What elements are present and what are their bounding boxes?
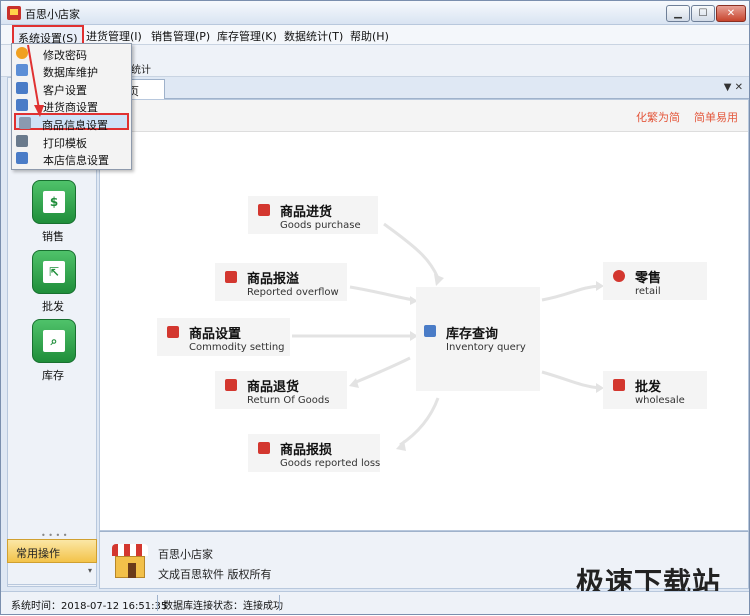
- wholesale-nav-button[interactable]: ⇱: [32, 250, 76, 294]
- app-window: 百思小店家 ▁ ☐ ✕ 系统设置(S) 进货管理(I) 销售管理(P) 库存管理…: [0, 0, 750, 615]
- node-inventory-query[interactable]: 库存查询 Inventory query: [416, 287, 540, 391]
- node-retail-subtitle: retail: [635, 286, 661, 297]
- menu-statistics[interactable]: 数据统计(T): [284, 28, 343, 44]
- sidebar-item-inventory[interactable]: 库存: [8, 367, 98, 383]
- node-goods-reported-loss[interactable]: 商品报损 Goods reported loss: [248, 434, 380, 472]
- key-icon: [16, 47, 28, 59]
- toolbar-statistics-button[interactable]: 统计: [131, 61, 151, 76]
- node-reported-overflow[interactable]: 商品报溢 Reported overflow: [215, 263, 347, 301]
- node-commodity-setting-title: 商品设置: [189, 327, 242, 342]
- retail-icon: [613, 270, 625, 282]
- inventory-nav-button[interactable]: ⌕: [32, 319, 76, 363]
- node-retail[interactable]: 零售 retail: [603, 262, 707, 300]
- arrow-purchase-to-inventory: [383, 222, 440, 279]
- menu-sales[interactable]: 销售管理(P): [151, 28, 210, 44]
- common-ops-panel: ▾: [7, 563, 97, 585]
- cash-register-icon: $: [43, 191, 65, 213]
- print-icon: [16, 135, 28, 147]
- arrow-overflow-to-inventory: [349, 285, 415, 302]
- node-reported-overflow-subtitle: Reported overflow: [247, 287, 339, 298]
- status-db-connection: 数据库连接状态：连接成功: [163, 601, 283, 612]
- maximize-button[interactable]: ☐: [691, 5, 715, 22]
- menu-item-customer-settings[interactable]: 客户设置: [13, 80, 130, 97]
- tab-strip: 页 ▼ ✕: [99, 77, 749, 99]
- sidebar-item-sales[interactable]: 销售: [8, 228, 98, 244]
- sidebar-item-wholesale[interactable]: 批发: [8, 298, 98, 314]
- system-settings-dropdown: 修改密码 数据库维护 客户设置 进货商设置 商品信息设置 打印模板 本店信息设置: [11, 43, 132, 170]
- database-icon: [16, 64, 28, 76]
- loss-cart-icon: [258, 442, 270, 454]
- node-commodity-setting[interactable]: 商品设置 Commodity setting: [157, 318, 290, 356]
- node-wholesale[interactable]: 批发 wholesale: [603, 371, 707, 409]
- node-goods-reported-loss-title: 商品报损: [280, 443, 333, 458]
- menu-item-product-info-settings[interactable]: 商品信息设置: [14, 113, 129, 132]
- menu-item-database-maintenance[interactable]: 数据库维护: [13, 62, 130, 79]
- supplier-icon: [16, 99, 28, 111]
- store-icon: [16, 152, 28, 164]
- node-inventory-query-title: 库存查询: [446, 327, 499, 342]
- window-title: 百思小店家: [25, 8, 80, 21]
- footer-app-name: 百思小店家: [158, 548, 213, 561]
- node-wholesale-title: 批发: [635, 380, 662, 395]
- node-reported-overflow-title: 商品报溢: [247, 272, 300, 287]
- node-retail-title: 零售: [635, 271, 662, 286]
- title-bar: 百思小店家 ▁ ☐ ✕: [1, 1, 749, 25]
- overflow-icon: [225, 271, 237, 283]
- wholesale-node-icon: [613, 379, 625, 391]
- sales-nav-button[interactable]: $: [32, 180, 76, 224]
- node-goods-purchase-title: 商品进货: [280, 205, 333, 220]
- node-goods-purchase-subtitle: Goods purchase: [280, 220, 361, 231]
- node-inventory-query-subtitle: Inventory query: [446, 342, 526, 353]
- chevron-down-icon[interactable]: ▾: [88, 566, 92, 575]
- app-logo-icon: [7, 6, 21, 20]
- return-cart-icon: [225, 379, 237, 391]
- wholesale-icon: ⇱: [43, 261, 65, 283]
- node-goods-reported-loss-subtitle: Goods reported loss: [280, 458, 381, 469]
- arrow-inventory-to-return: [353, 356, 411, 385]
- arrow-inventory-to-wholesale: [541, 370, 601, 390]
- close-button[interactable]: ✕: [716, 5, 746, 22]
- node-wholesale-subtitle: wholesale: [635, 395, 685, 406]
- purchase-icon: [258, 204, 270, 216]
- node-goods-purchase[interactable]: 商品进货 Goods purchase: [248, 196, 378, 234]
- commodity-icon: [167, 326, 179, 338]
- node-return-of-goods-title: 商品退货: [247, 380, 300, 395]
- menu-help[interactable]: 帮助(H): [350, 28, 389, 44]
- inventory-search-icon: [424, 325, 436, 337]
- product-icon: [19, 117, 31, 129]
- magnifier-icon: ⌕: [43, 330, 65, 352]
- footer-copyright: 文成百思软件 版权所有: [158, 568, 272, 581]
- menu-purchase[interactable]: 进货管理(I): [86, 28, 142, 44]
- shop-icon: [112, 544, 148, 578]
- menu-item-store-info-settings[interactable]: 本店信息设置: [13, 150, 130, 167]
- tab-menu-icon[interactable]: ▼ ✕: [724, 82, 743, 93]
- menu-system-settings[interactable]: 系统设置(S): [12, 25, 84, 45]
- common-ops-header[interactable]: 常用操作: [7, 539, 97, 563]
- arrow-inventory-to-loss: [399, 397, 440, 447]
- status-bar: 系统时间：2018-07-12 16:51:35 数据库连接状态：连接成功: [1, 591, 749, 614]
- menu-bar: 系统设置(S) 进货管理(I) 销售管理(P) 库存管理(K) 数据统计(T) …: [1, 25, 749, 45]
- arrow-inventory-to-retail: [541, 284, 601, 302]
- menu-item-print-template[interactable]: 打印模板: [13, 133, 130, 150]
- menu-item-change-password[interactable]: 修改密码: [13, 45, 130, 62]
- node-commodity-setting-subtitle: Commodity setting: [189, 342, 285, 353]
- menu-item-supplier-settings[interactable]: 进货商设置: [13, 97, 130, 114]
- node-return-of-goods[interactable]: 商品退货 Return Of Goods: [215, 371, 347, 409]
- status-system-time: 系统时间：2018-07-12 16:51:35: [11, 601, 168, 612]
- main-content: 化繁为简 简单易用 商品进货 Goods purchase 商品报溢 Repor…: [99, 99, 749, 531]
- node-return-of-goods-subtitle: Return Of Goods: [247, 395, 330, 406]
- customer-icon: [16, 82, 28, 94]
- menu-inventory[interactable]: 库存管理(K): [217, 28, 277, 44]
- minimize-button[interactable]: ▁: [666, 5, 690, 22]
